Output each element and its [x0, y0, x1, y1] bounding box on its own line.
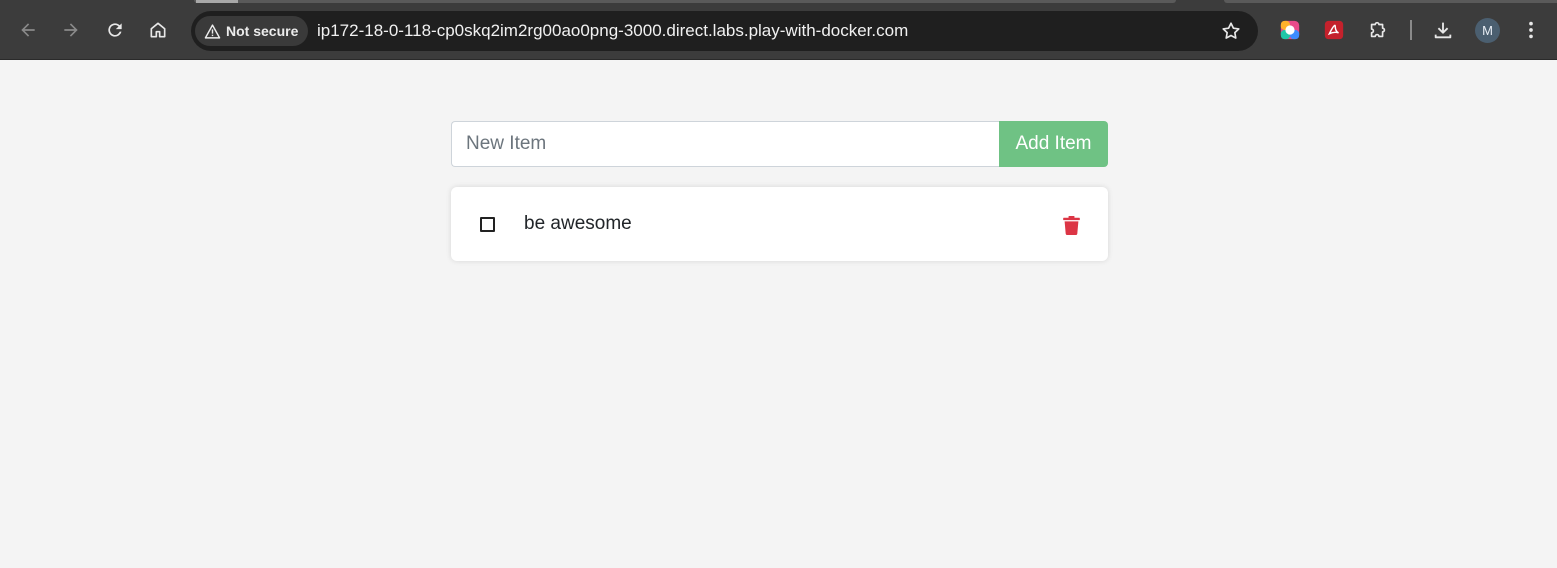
star-icon[interactable] [1220, 20, 1242, 42]
item-name: be awesome [524, 213, 632, 234]
checkbox-unchecked-icon [479, 216, 495, 232]
toggle-complete-button[interactable] [477, 214, 497, 234]
back-button[interactable] [12, 14, 44, 46]
reload-icon [108, 23, 122, 37]
active-tab-indicator [196, 0, 238, 3]
warning-icon [204, 23, 221, 39]
back-icon [21, 23, 35, 37]
delete-item-button[interactable] [1060, 214, 1082, 236]
forward-icon [64, 23, 78, 37]
security-label: Not secure [226, 23, 299, 39]
tab-strip [194, 0, 1176, 3]
list-item: be awesome [451, 187, 1108, 261]
address-bar[interactable]: Not secure ip172-18-0-118-cp0skq2im2rg00… [191, 11, 1258, 51]
add-item-form: Add Item [451, 121, 1108, 167]
new-item-input[interactable] [451, 121, 999, 167]
home-icon [150, 22, 166, 38]
pdf-extension-icon[interactable] [1323, 19, 1345, 41]
download-icon[interactable] [1432, 19, 1454, 41]
site-info-chip[interactable]: Not secure [195, 16, 309, 46]
home-button[interactable] [142, 14, 174, 46]
toolbar-divider [1410, 20, 1412, 40]
add-item-button[interactable]: Add Item [999, 121, 1108, 167]
tab-strip-right [1224, 0, 1557, 3]
profile-avatar[interactable]: M [1475, 18, 1500, 43]
color-picker-extension-icon[interactable] [1279, 19, 1301, 41]
trash-icon [1062, 215, 1080, 235]
more-vert-icon[interactable] [1520, 19, 1542, 41]
url-text[interactable]: ip172-18-0-118-cp0skq2im2rg00ao0png-3000… [317, 21, 908, 41]
reload-button[interactable] [99, 14, 131, 46]
todo-app: Add Item be awesome [451, 121, 1108, 261]
extensions-puzzle-icon[interactable] [1367, 19, 1389, 41]
browser-toolbar: Not secure ip172-18-0-118-cp0skq2im2rg00… [0, 0, 1557, 60]
forward-button[interactable] [55, 14, 87, 46]
